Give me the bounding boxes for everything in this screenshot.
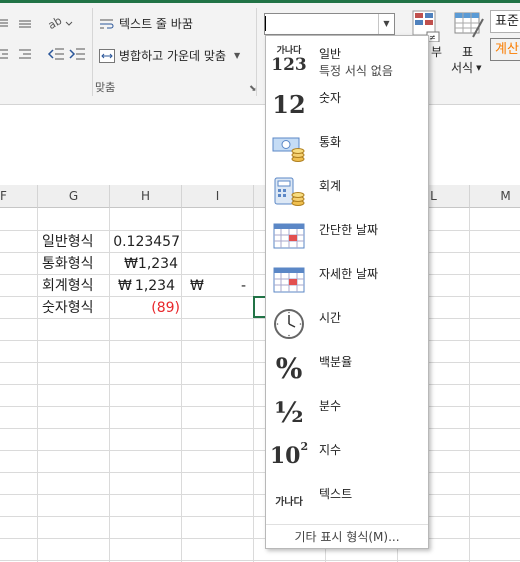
- cell-h1[interactable]: 0.123457: [110, 231, 180, 253]
- cell-g3[interactable]: 회계형식: [42, 275, 94, 297]
- scientific-icon: 10 2: [269, 439, 309, 470]
- menu-item-general[interactable]: 가나다 123 일반 특정 서식 없음: [266, 38, 428, 82]
- more-number-formats[interactable]: 기타 표시 형식(M)...: [266, 524, 428, 549]
- cell-i3[interactable]: -: [200, 275, 246, 297]
- menu-item-label: 일반: [319, 47, 342, 61]
- row-line: [0, 538, 520, 539]
- formula-area: [0, 105, 520, 177]
- menu-item-label: 자세한 날짜: [319, 267, 379, 281]
- row-line: [0, 560, 520, 561]
- row-line: [0, 362, 520, 363]
- separator: [92, 8, 93, 96]
- col-line: [181, 208, 182, 562]
- number-format-combo[interactable]: ▼: [264, 13, 395, 35]
- menu-item-scientific[interactable]: 10 2 지수: [266, 434, 428, 478]
- cell-g2[interactable]: 통화형식: [42, 253, 94, 275]
- wrap-text-icon: [99, 17, 115, 31]
- separator: [256, 8, 257, 96]
- menu-item-label: 백분율: [319, 355, 353, 369]
- clock-icon: [272, 308, 306, 340]
- menu-item-time[interactable]: 시간: [266, 302, 428, 346]
- fraction-icon: ½: [274, 395, 304, 429]
- align-middle-icon[interactable]: [0, 17, 10, 29]
- chevron-down-icon[interactable]: ▼: [234, 51, 240, 60]
- cell-h3[interactable]: 1,234: [130, 275, 175, 297]
- menu-item-label: 통화: [319, 135, 342, 149]
- orientation-icon[interactable]: ab: [46, 14, 74, 32]
- conditional-formatting-label: 부: [431, 45, 443, 59]
- column-header-g[interactable]: G: [38, 185, 110, 208]
- wrap-text-label: 텍스트 줄 바꿈: [119, 17, 193, 31]
- menu-item-fraction[interactable]: ½ 분수: [266, 390, 428, 434]
- row-line: [0, 450, 520, 451]
- chevron-down-icon: ▼: [476, 63, 482, 72]
- cell-h4[interactable]: (89): [110, 297, 180, 319]
- menu-item-percent[interactable]: % 백분율: [266, 346, 428, 390]
- alignment-group-label: 맞춤: [95, 81, 116, 94]
- col-line: [469, 208, 470, 562]
- row-line: [0, 516, 520, 517]
- menu-item-label: 간단한 날짜: [319, 223, 379, 237]
- format-as-table-icon[interactable]: [453, 9, 485, 41]
- menu-item-accounting[interactable]: 회계: [266, 170, 428, 214]
- wrap-text-button[interactable]: 텍스트 줄 바꿈: [99, 15, 193, 32]
- row-line: [0, 494, 520, 495]
- decrease-indent-icon[interactable]: [47, 46, 65, 62]
- col-line: [253, 208, 254, 562]
- svg-text:≠: ≠: [429, 33, 436, 42]
- row-line: [0, 406, 520, 407]
- 123-icon: 가나다 123: [271, 46, 307, 75]
- text-icon: 가나다: [275, 496, 303, 508]
- menu-item-label: 회계: [319, 179, 342, 193]
- style-calculation[interactable]: 계산: [490, 38, 520, 61]
- text-caret: [265, 16, 266, 31]
- align-right-icon[interactable]: [18, 47, 32, 61]
- percent-icon: %: [275, 351, 303, 385]
- ribbon: ab 텍스트 줄 바꿈 병합하고 가운데 맞춤 ▼ 맞춤 ⬊ ▼ ≠ 부 표 서…: [0, 0, 520, 105]
- row-line: [0, 384, 520, 385]
- format-as-table-label: 표: [462, 45, 474, 59]
- row-line: [0, 428, 520, 429]
- menu-item-label: 텍스트: [319, 487, 353, 501]
- svg-text:ab: ab: [48, 14, 64, 32]
- row-line: [0, 340, 520, 341]
- merge-center-label: 병합하고 가운데 맞춤: [119, 49, 226, 63]
- ribbon-accent-line: [0, 0, 520, 3]
- cell-g4[interactable]: 숫자형식: [42, 297, 94, 319]
- menu-item-number[interactable]: 12 숫자: [266, 82, 428, 126]
- increase-indent-icon[interactable]: [68, 46, 86, 62]
- column-header-f[interactable]: F: [0, 185, 38, 208]
- chevron-down-icon[interactable]: ▼: [378, 14, 394, 34]
- menu-item-label: 시간: [319, 311, 342, 325]
- merge-center-icon: [99, 48, 115, 63]
- merge-center-button[interactable]: 병합하고 가운데 맞춤 ▼: [99, 47, 240, 64]
- currency-icon: [272, 132, 306, 164]
- short-date-icon: [272, 220, 306, 252]
- column-header-i[interactable]: I: [182, 185, 254, 208]
- number-format-menu: 가나다 123 일반 특정 서식 없음 12 숫자 통화 회계 간단한 날짜 자…: [265, 35, 429, 549]
- menu-item-text[interactable]: 가나다 텍스트: [266, 478, 428, 522]
- column-header-h[interactable]: H: [110, 185, 182, 208]
- align-center-icon[interactable]: [0, 47, 10, 61]
- row-line: [0, 472, 520, 473]
- long-date-icon: [272, 264, 306, 296]
- menu-item-long-date[interactable]: 자세한 날짜: [266, 258, 428, 302]
- menu-item-label: 숫자: [319, 91, 342, 105]
- style-normal[interactable]: 표준: [490, 10, 520, 33]
- col-line: [37, 208, 38, 562]
- menu-item-currency[interactable]: 통화: [266, 126, 428, 170]
- menu-item-short-date[interactable]: 간단한 날짜: [266, 214, 428, 258]
- format-as-table-sub: 서식 ▼: [451, 61, 482, 75]
- cell-h2[interactable]: ₩1,234: [110, 253, 178, 275]
- accounting-icon: [272, 176, 306, 208]
- menu-item-sub: 특정 서식 없음: [319, 64, 393, 78]
- number-12-icon: 12: [272, 89, 306, 119]
- column-header-m[interactable]: M: [470, 185, 520, 208]
- cell-g1[interactable]: 일반형식: [42, 231, 94, 253]
- menu-item-label: 분수: [319, 399, 342, 413]
- menu-item-label: 지수: [319, 443, 342, 457]
- align-bottom-icon[interactable]: [18, 17, 32, 29]
